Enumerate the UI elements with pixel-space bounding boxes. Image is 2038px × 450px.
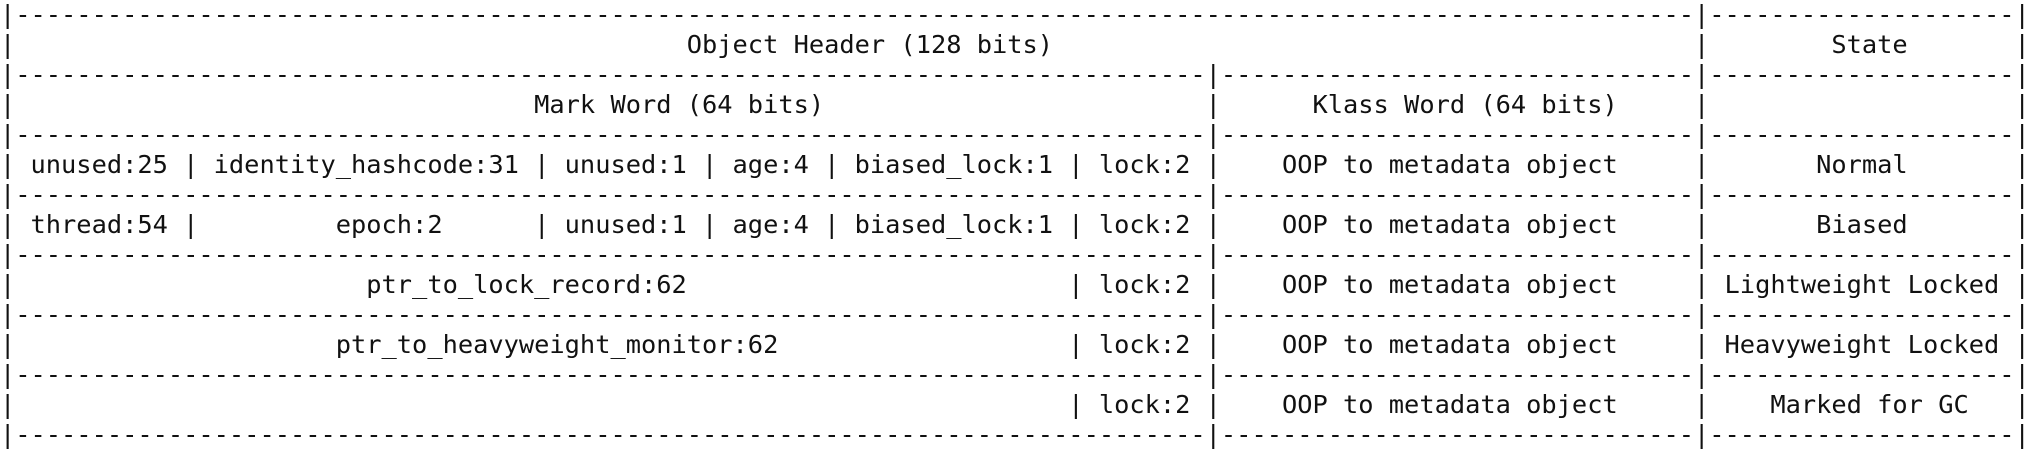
table-border-line: |---------------------------------------…: [0, 420, 2030, 449]
table-row-lightweight-locked: | ptr_to_lock_record:62 | lock:2 | OOP t…: [0, 270, 2030, 299]
table-row-marked-for-gc: | | lock:2 | OOP to metadata object | Ma…: [0, 390, 2030, 419]
table-border-line: |---------------------------------------…: [0, 360, 2030, 389]
table-row-normal: | unused:25 | identity_hashcode:31 | unu…: [0, 150, 2030, 179]
table-header-row-mark-klass: | Mark Word (64 bits) | Klass Word (64 b…: [0, 90, 2030, 119]
table-border-line: |---------------------------------------…: [0, 180, 2030, 209]
table-row-heavyweight-locked: | ptr_to_heavyweight_monitor:62 | lock:2…: [0, 330, 2030, 359]
object-header-layout-table: |---------------------------------------…: [0, 0, 2030, 450]
table-border-line: |---------------------------------------…: [0, 60, 2030, 89]
table-row-biased: | thread:54 | epoch:2 | unused:1 | age:4…: [0, 210, 2030, 239]
table-header-row-object-header: | Object Header (128 bits) | State |: [0, 30, 2030, 59]
table-border-line: |---------------------------------------…: [0, 240, 2030, 269]
table-border-line: |---------------------------------------…: [0, 0, 2030, 29]
table-border-line: |---------------------------------------…: [0, 120, 2030, 149]
table-border-line: |---------------------------------------…: [0, 300, 2030, 329]
